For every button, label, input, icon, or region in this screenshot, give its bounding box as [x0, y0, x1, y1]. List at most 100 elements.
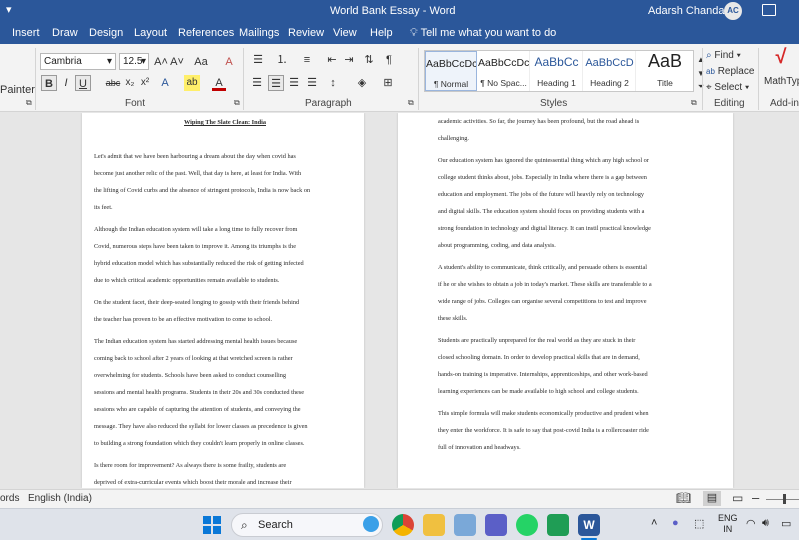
text-effects-button[interactable]: A [158, 75, 172, 91]
page-2[interactable]: academic activities. So far, the journey… [398, 113, 733, 488]
style-sample: AaBbCcD [585, 57, 634, 69]
app-icon[interactable] [547, 514, 569, 536]
text-line: overwhelming for students. Schools have … [94, 372, 287, 379]
text-line: A student's ability to communicate, thin… [438, 264, 647, 271]
zoom-slider-thumb[interactable] [783, 494, 786, 504]
mathtype-icon[interactable]: √ [772, 46, 790, 68]
tab-insert[interactable]: Insert [12, 27, 40, 39]
grow-font-button[interactable]: A˄ [154, 54, 168, 70]
photos-icon[interactable] [454, 514, 476, 536]
tab-review[interactable]: Review [288, 27, 324, 39]
quick-access-dropdown-icon[interactable]: ▾ [6, 3, 12, 16]
shrink-font-button[interactable]: A˅ [170, 54, 184, 70]
windows-start-icon[interactable] [203, 516, 221, 534]
start-tile [203, 516, 211, 524]
search-icon: ⌕ [706, 50, 712, 61]
input-language[interactable]: ENG IN [718, 513, 738, 535]
underline-button[interactable]: U [75, 75, 91, 91]
shading-icon[interactable]: ◈ [354, 75, 370, 91]
document-title: Wiping The Slate Clean: India [184, 119, 266, 126]
align-left-icon[interactable]: ☰ [250, 75, 264, 91]
chrome-icon[interactable] [392, 514, 414, 536]
teams-icon[interactable] [485, 514, 507, 536]
bullets-icon[interactable]: ☰ [249, 52, 267, 68]
italic-button[interactable]: I [59, 75, 73, 91]
line-spacing-icon[interactable]: ↕ [325, 75, 341, 91]
increase-indent-icon[interactable]: ⇥ [342, 52, 356, 68]
tab-mailings[interactable]: Mailings [239, 27, 279, 39]
whatsapp-icon[interactable] [516, 514, 538, 536]
read-mode-icon[interactable]: 📖︎ [676, 491, 691, 505]
find-button[interactable]: ⌕ Find ▾ [706, 48, 741, 64]
font-size-box[interactable]: 12.5 ▾ [119, 53, 149, 70]
volume-icon[interactable]: 🔊︎ [762, 517, 769, 530]
numbering-icon[interactable]: ⒈ [273, 52, 291, 68]
ribbon-display-options-icon[interactable] [762, 4, 776, 16]
group-separator [243, 48, 244, 110]
strikethrough-button[interactable]: abc [104, 75, 122, 91]
paragraph: Students are practically unprepared for … [438, 332, 728, 400]
language-indicator[interactable]: English (India) [28, 493, 92, 504]
style-name: Heading 1 [537, 78, 576, 88]
borders-icon[interactable]: ⊞ [380, 75, 396, 91]
tab-design[interactable]: Design [89, 27, 123, 39]
align-right-icon[interactable]: ☰ [287, 75, 301, 91]
print-layout-icon[interactable]: ▤ [703, 491, 721, 506]
clipboard-launcher-icon[interactable]: ⧉ [26, 98, 32, 108]
battery-icon[interactable]: ▭ [781, 517, 791, 530]
chevron-up-icon[interactable]: ˄ [651, 517, 657, 529]
styles-launcher-icon[interactable]: ⧉ [691, 98, 697, 108]
replace-button[interactable]: ab Replace [706, 64, 754, 80]
word-count[interactable]: ords [0, 493, 19, 504]
style-sample: AaBbCc [534, 55, 579, 69]
word-icon[interactable]: W [578, 514, 600, 536]
sort-icon[interactable]: ⇅ [362, 52, 376, 68]
web-layout-icon[interactable]: ▭ [732, 491, 743, 505]
tray-app-icon[interactable]: ⬚ [694, 517, 704, 530]
font-group-label: Font [125, 98, 146, 109]
subscript-button[interactable]: x₂ [123, 75, 137, 91]
replace-label: Replace [717, 66, 755, 77]
format-painter-button[interactable]: Painter [0, 82, 35, 98]
style-no-spacing[interactable]: AaBbCcDc ¶ No Spac... [478, 51, 530, 91]
text-line: if he or she wishes to obtain a job in t… [438, 281, 652, 288]
teams-tray-icon[interactable]: ● [672, 517, 679, 529]
zoom-out-icon[interactable]: – [752, 490, 759, 505]
user-name[interactable]: Adarsh Chandar [648, 5, 728, 17]
tab-help[interactable]: Help [370, 27, 393, 39]
paragraph-launcher-icon[interactable]: ⧉ [408, 98, 414, 108]
font-color-button[interactable]: A [212, 75, 226, 91]
style-normal[interactable]: AaBbCcDc ¶ Normal [425, 51, 477, 91]
user-avatar[interactable]: AC [724, 2, 742, 20]
style-title[interactable]: AaB Title [637, 51, 693, 91]
document-canvas[interactable]: Wiping The Slate Clean: India Let's admi… [0, 113, 799, 488]
tab-draw[interactable]: Draw [52, 27, 78, 39]
decrease-indent-icon[interactable]: ⇤ [325, 52, 339, 68]
multilevel-list-icon[interactable]: ≡ [298, 52, 316, 68]
paragraph: Let's admit that we have been harbouring… [94, 148, 356, 216]
styles-more-icon[interactable]: ⏷ [696, 79, 706, 95]
superscript-button[interactable]: x² [138, 75, 152, 91]
wifi-icon[interactable]: ◠ [746, 517, 756, 530]
font-name-box[interactable]: Cambria ▾ [40, 53, 116, 70]
change-case-button[interactable]: Aa [191, 54, 211, 70]
tell-me-search[interactable]: 💡︎ Tell me what you want to do [410, 27, 556, 40]
align-center-icon[interactable]: ☰ [268, 75, 284, 91]
tab-view[interactable]: View [333, 27, 357, 39]
taskbar-search[interactable]: ⌕ Search [231, 513, 383, 537]
show-formatting-marks-icon[interactable]: ¶ [382, 52, 396, 68]
page-1[interactable]: Wiping The Slate Clean: India Let's admi… [82, 113, 364, 488]
style-heading-1[interactable]: AaBbCc Heading 1 [531, 51, 583, 91]
file-explorer-icon[interactable] [423, 514, 445, 536]
text-line: to building a strong foundation which th… [94, 440, 305, 447]
clear-formatting-button[interactable]: A [222, 54, 236, 70]
mathtype-button[interactable]: MathType [764, 74, 799, 90]
select-button[interactable]: ⌖ Select ▾ [706, 80, 749, 96]
style-heading-2[interactable]: AaBbCcD Heading 2 [584, 51, 636, 91]
tab-layout[interactable]: Layout [134, 27, 167, 39]
highlight-button[interactable]: ab [184, 75, 200, 91]
font-launcher-icon[interactable]: ⧉ [234, 98, 240, 108]
justify-icon[interactable]: ☰ [305, 75, 319, 91]
bold-button[interactable]: B [41, 75, 57, 91]
tab-references[interactable]: References [178, 27, 234, 39]
